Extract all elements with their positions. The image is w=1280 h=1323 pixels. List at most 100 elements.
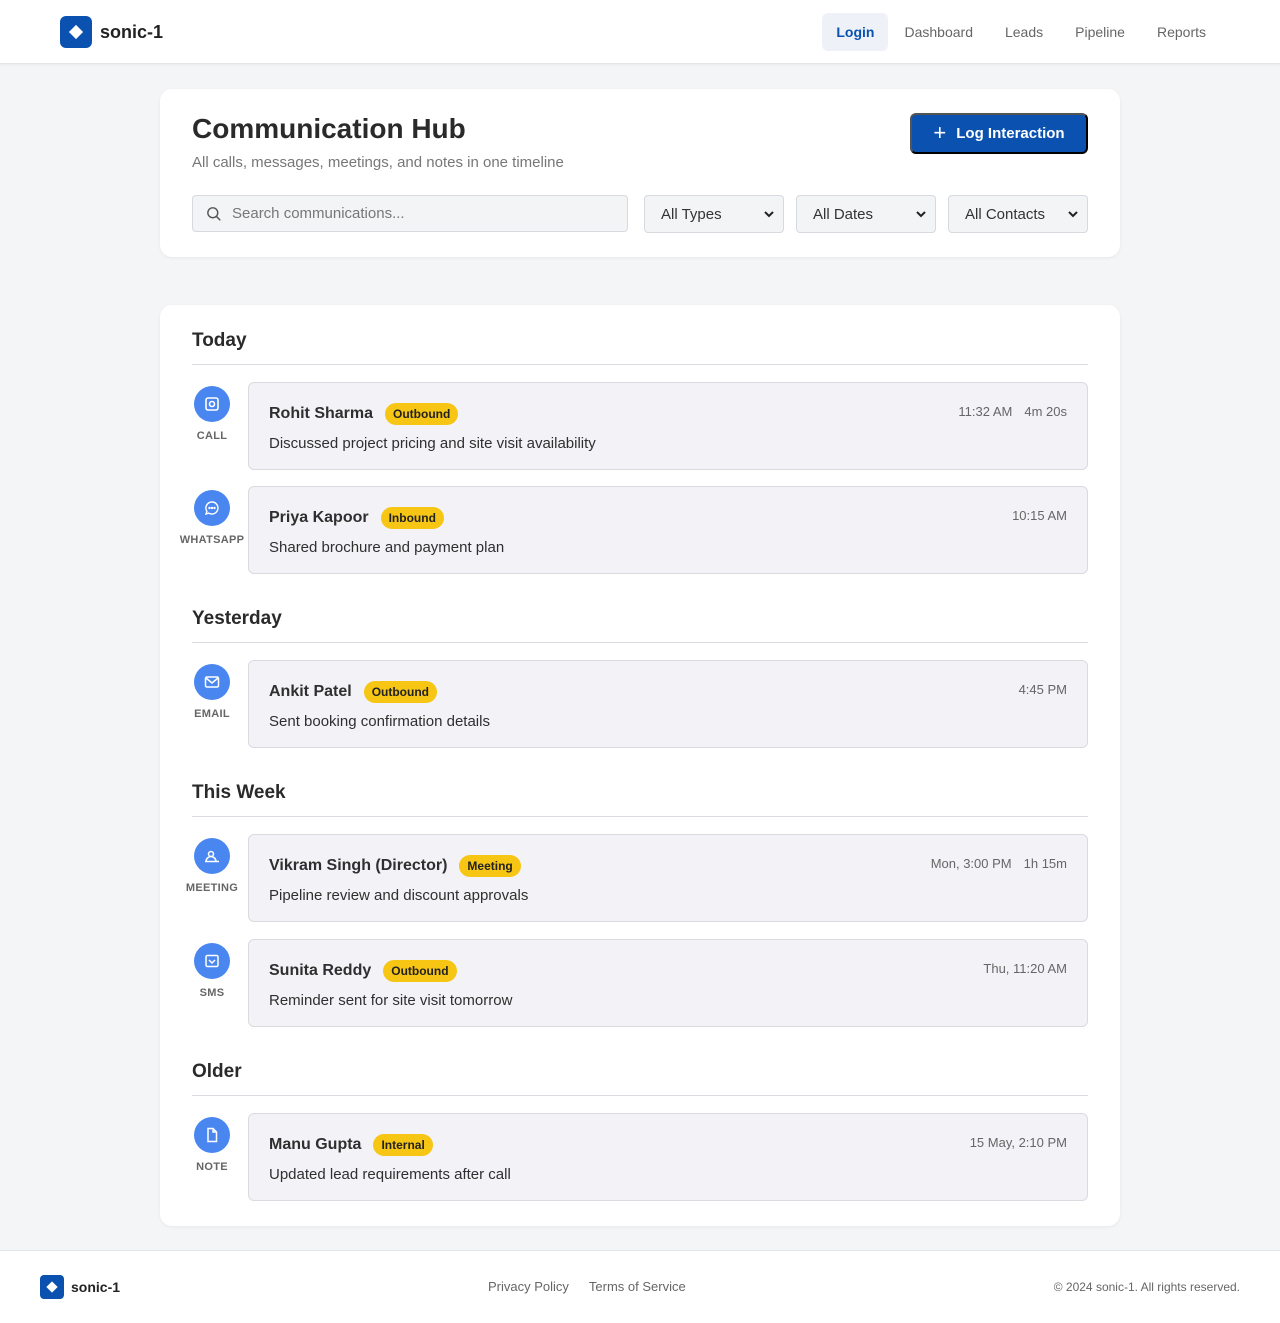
entry-meta: Thu, 11:20 AM xyxy=(983,961,1067,976)
note-icon xyxy=(194,1117,230,1153)
main-nav: Login Dashboard Leads Pipeline Reports xyxy=(822,13,1222,51)
entry-type-label: NOTE xyxy=(196,1161,228,1173)
contact-name: Priya Kapoor xyxy=(269,509,369,526)
meeting-icon xyxy=(194,838,230,874)
sms-icon xyxy=(194,943,230,979)
entry-meta: 4:45 PM xyxy=(1019,682,1067,697)
entry-meta: Mon, 3:00 PM 1h 15m xyxy=(931,856,1067,871)
entry-type: NOTE xyxy=(172,1117,252,1173)
nav-item-dashboard[interactable]: Dashboard xyxy=(888,13,989,51)
entry-time: Thu, 11:20 AM xyxy=(983,961,1067,976)
entry-header: Manu Gupta Internal xyxy=(269,1134,433,1156)
group-title-older: Older xyxy=(192,1061,1088,1096)
entry-summary: Reminder sent for site visit tomorrow xyxy=(269,992,513,1009)
entry-meta: 11:32 AM 4m 20s xyxy=(958,404,1067,419)
direction-badge: Inbound xyxy=(380,507,444,529)
direction-badge: Internal xyxy=(373,1134,433,1156)
entry-type: CALL xyxy=(172,386,252,442)
contact-filter-select[interactable]: All Contacts xyxy=(948,195,1088,233)
direction-badge: Outbound xyxy=(385,403,459,425)
group-title-this-week: This Week xyxy=(192,782,1088,817)
page-subtitle: All calls, messages, meetings, and notes… xyxy=(192,154,564,171)
footer-brand-name: sonic-1 xyxy=(71,1279,121,1295)
date-filter-select[interactable]: All Dates xyxy=(796,195,936,233)
search-input[interactable] xyxy=(232,205,612,222)
entry-type-label: SMS xyxy=(199,987,225,999)
contact-name: Ankit Patel xyxy=(269,683,352,700)
page-title: Communication Hub xyxy=(192,113,466,144)
entry-duration: 4m 20s xyxy=(1024,404,1067,419)
envelope-icon xyxy=(194,664,230,700)
hub-header-card: Communication Hub All calls, messages, m… xyxy=(160,89,1120,257)
chevron-down-icon xyxy=(764,211,774,218)
nav-item-pipeline[interactable]: Pipeline xyxy=(1059,13,1141,51)
entry-header: Rohit Sharma Outbound xyxy=(269,403,459,425)
privacy-policy-link[interactable]: Privacy Policy xyxy=(488,1279,569,1294)
search-icon xyxy=(207,207,221,221)
chevron-down-icon xyxy=(916,211,926,218)
diamond-logo-icon xyxy=(60,16,92,48)
log-interaction-button[interactable]: + Log Interaction xyxy=(910,113,1088,154)
contact-name: Vikram Singh (Director) xyxy=(269,857,448,874)
entry-summary: Updated lead requirements after call xyxy=(269,1166,511,1183)
contact-name: Manu Gupta xyxy=(269,1136,362,1153)
entry-duration: 1h 15m xyxy=(1023,856,1067,871)
phone-icon xyxy=(194,386,230,422)
entry-type-label: MEETING xyxy=(185,882,239,894)
timeline-entry[interactable]: MEETING Vikram Singh (Director) Meeting … xyxy=(160,834,1120,922)
timeline-entry[interactable]: CALL Rohit Sharma Outbound 11:32 AM 4m 2… xyxy=(160,382,1120,470)
chat-bubble-icon xyxy=(194,490,230,526)
nav-item-login[interactable]: Login xyxy=(822,13,889,51)
timeline-entry[interactable]: EMAIL Ankit Patel Outbound 4:45 PM Sent … xyxy=(160,660,1120,748)
entry-type: MEETING xyxy=(172,838,252,894)
entry-type-label: CALL xyxy=(196,430,228,442)
copyright-text: © 2024 sonic-1. All rights reserved. xyxy=(1053,1280,1240,1294)
top-navbar: sonic-1 Login Dashboard Leads Pipeline R… xyxy=(0,0,1280,64)
direction-badge: Meeting xyxy=(459,855,521,877)
brand-name: sonic-1 xyxy=(100,21,164,42)
entry-card[interactable]: Rohit Sharma Outbound 11:32 AM 4m 20s Di… xyxy=(248,382,1088,470)
entry-meta: 15 May, 2:10 PM xyxy=(970,1135,1067,1150)
entry-summary: Sent booking confirmation details xyxy=(269,713,490,730)
entry-card[interactable]: Vikram Singh (Director) Meeting Mon, 3:0… xyxy=(248,834,1088,922)
nav-item-reports[interactable]: Reports xyxy=(1141,13,1222,51)
timeline-card: Today CALL Rohit Sharma Outbound 11:32 A… xyxy=(160,305,1120,1226)
entry-card[interactable]: Priya Kapoor Inbound 10:15 AM Shared bro… xyxy=(248,486,1088,574)
entry-type: SMS xyxy=(172,943,252,999)
group-title-today: Today xyxy=(192,330,1088,365)
direction-badge: Outbound xyxy=(363,681,437,703)
terms-of-service-link[interactable]: Terms of Service xyxy=(589,1279,686,1294)
entry-header: Ankit Patel Outbound xyxy=(269,681,437,703)
entry-summary: Discussed project pricing and site visit… xyxy=(269,435,596,452)
entry-header: Vikram Singh (Director) Meeting xyxy=(269,855,521,877)
timeline-entry[interactable]: WHATSAPP Priya Kapoor Inbound 10:15 AM S… xyxy=(160,486,1120,574)
entry-type: WHATSAPP xyxy=(172,490,252,546)
entry-type: EMAIL xyxy=(172,664,252,720)
search-box[interactable] xyxy=(192,195,628,232)
brand[interactable]: sonic-1 xyxy=(60,16,163,48)
timeline-entry[interactable]: SMS Sunita Reddy Outbound Thu, 11:20 AM … xyxy=(160,939,1120,1027)
entry-header: Priya Kapoor Inbound xyxy=(269,507,444,529)
entry-time: Mon, 3:00 PM xyxy=(930,856,1012,871)
direction-badge: Outbound xyxy=(383,960,457,982)
entry-card[interactable]: Manu Gupta Internal 15 May, 2:10 PM Upda… xyxy=(248,1113,1088,1201)
entry-time: 10:15 AM xyxy=(1012,508,1067,523)
entry-summary: Shared brochure and payment plan xyxy=(269,539,505,556)
contact-name: Rohit Sharma xyxy=(269,405,374,422)
entry-card[interactable]: Sunita Reddy Outbound Thu, 11:20 AM Remi… xyxy=(248,939,1088,1027)
type-filter-select[interactable]: All Types xyxy=(644,195,784,233)
date-filter-value: All Dates xyxy=(813,205,874,223)
timeline-entry[interactable]: NOTE Manu Gupta Internal 15 May, 2:10 PM… xyxy=(160,1113,1120,1201)
entry-card[interactable]: Ankit Patel Outbound 4:45 PM Sent bookin… xyxy=(248,660,1088,748)
log-interaction-label: Log Interaction xyxy=(956,125,1065,142)
entry-summary: Pipeline review and discount approvals xyxy=(269,887,529,904)
nav-item-leads[interactable]: Leads xyxy=(989,13,1059,51)
contact-name: Sunita Reddy xyxy=(269,962,372,979)
footer-brand[interactable]: sonic-1 xyxy=(40,1275,120,1299)
footer-links: Privacy Policy Terms of Service xyxy=(488,1279,686,1294)
entry-type-label: WHATSAPP xyxy=(179,534,245,546)
entry-type-label: EMAIL xyxy=(194,708,230,720)
group-title-yesterday: Yesterday xyxy=(192,608,1088,643)
entry-time: 4:45 PM xyxy=(1018,682,1067,697)
entry-time: 15 May, 2:10 PM xyxy=(969,1135,1067,1150)
